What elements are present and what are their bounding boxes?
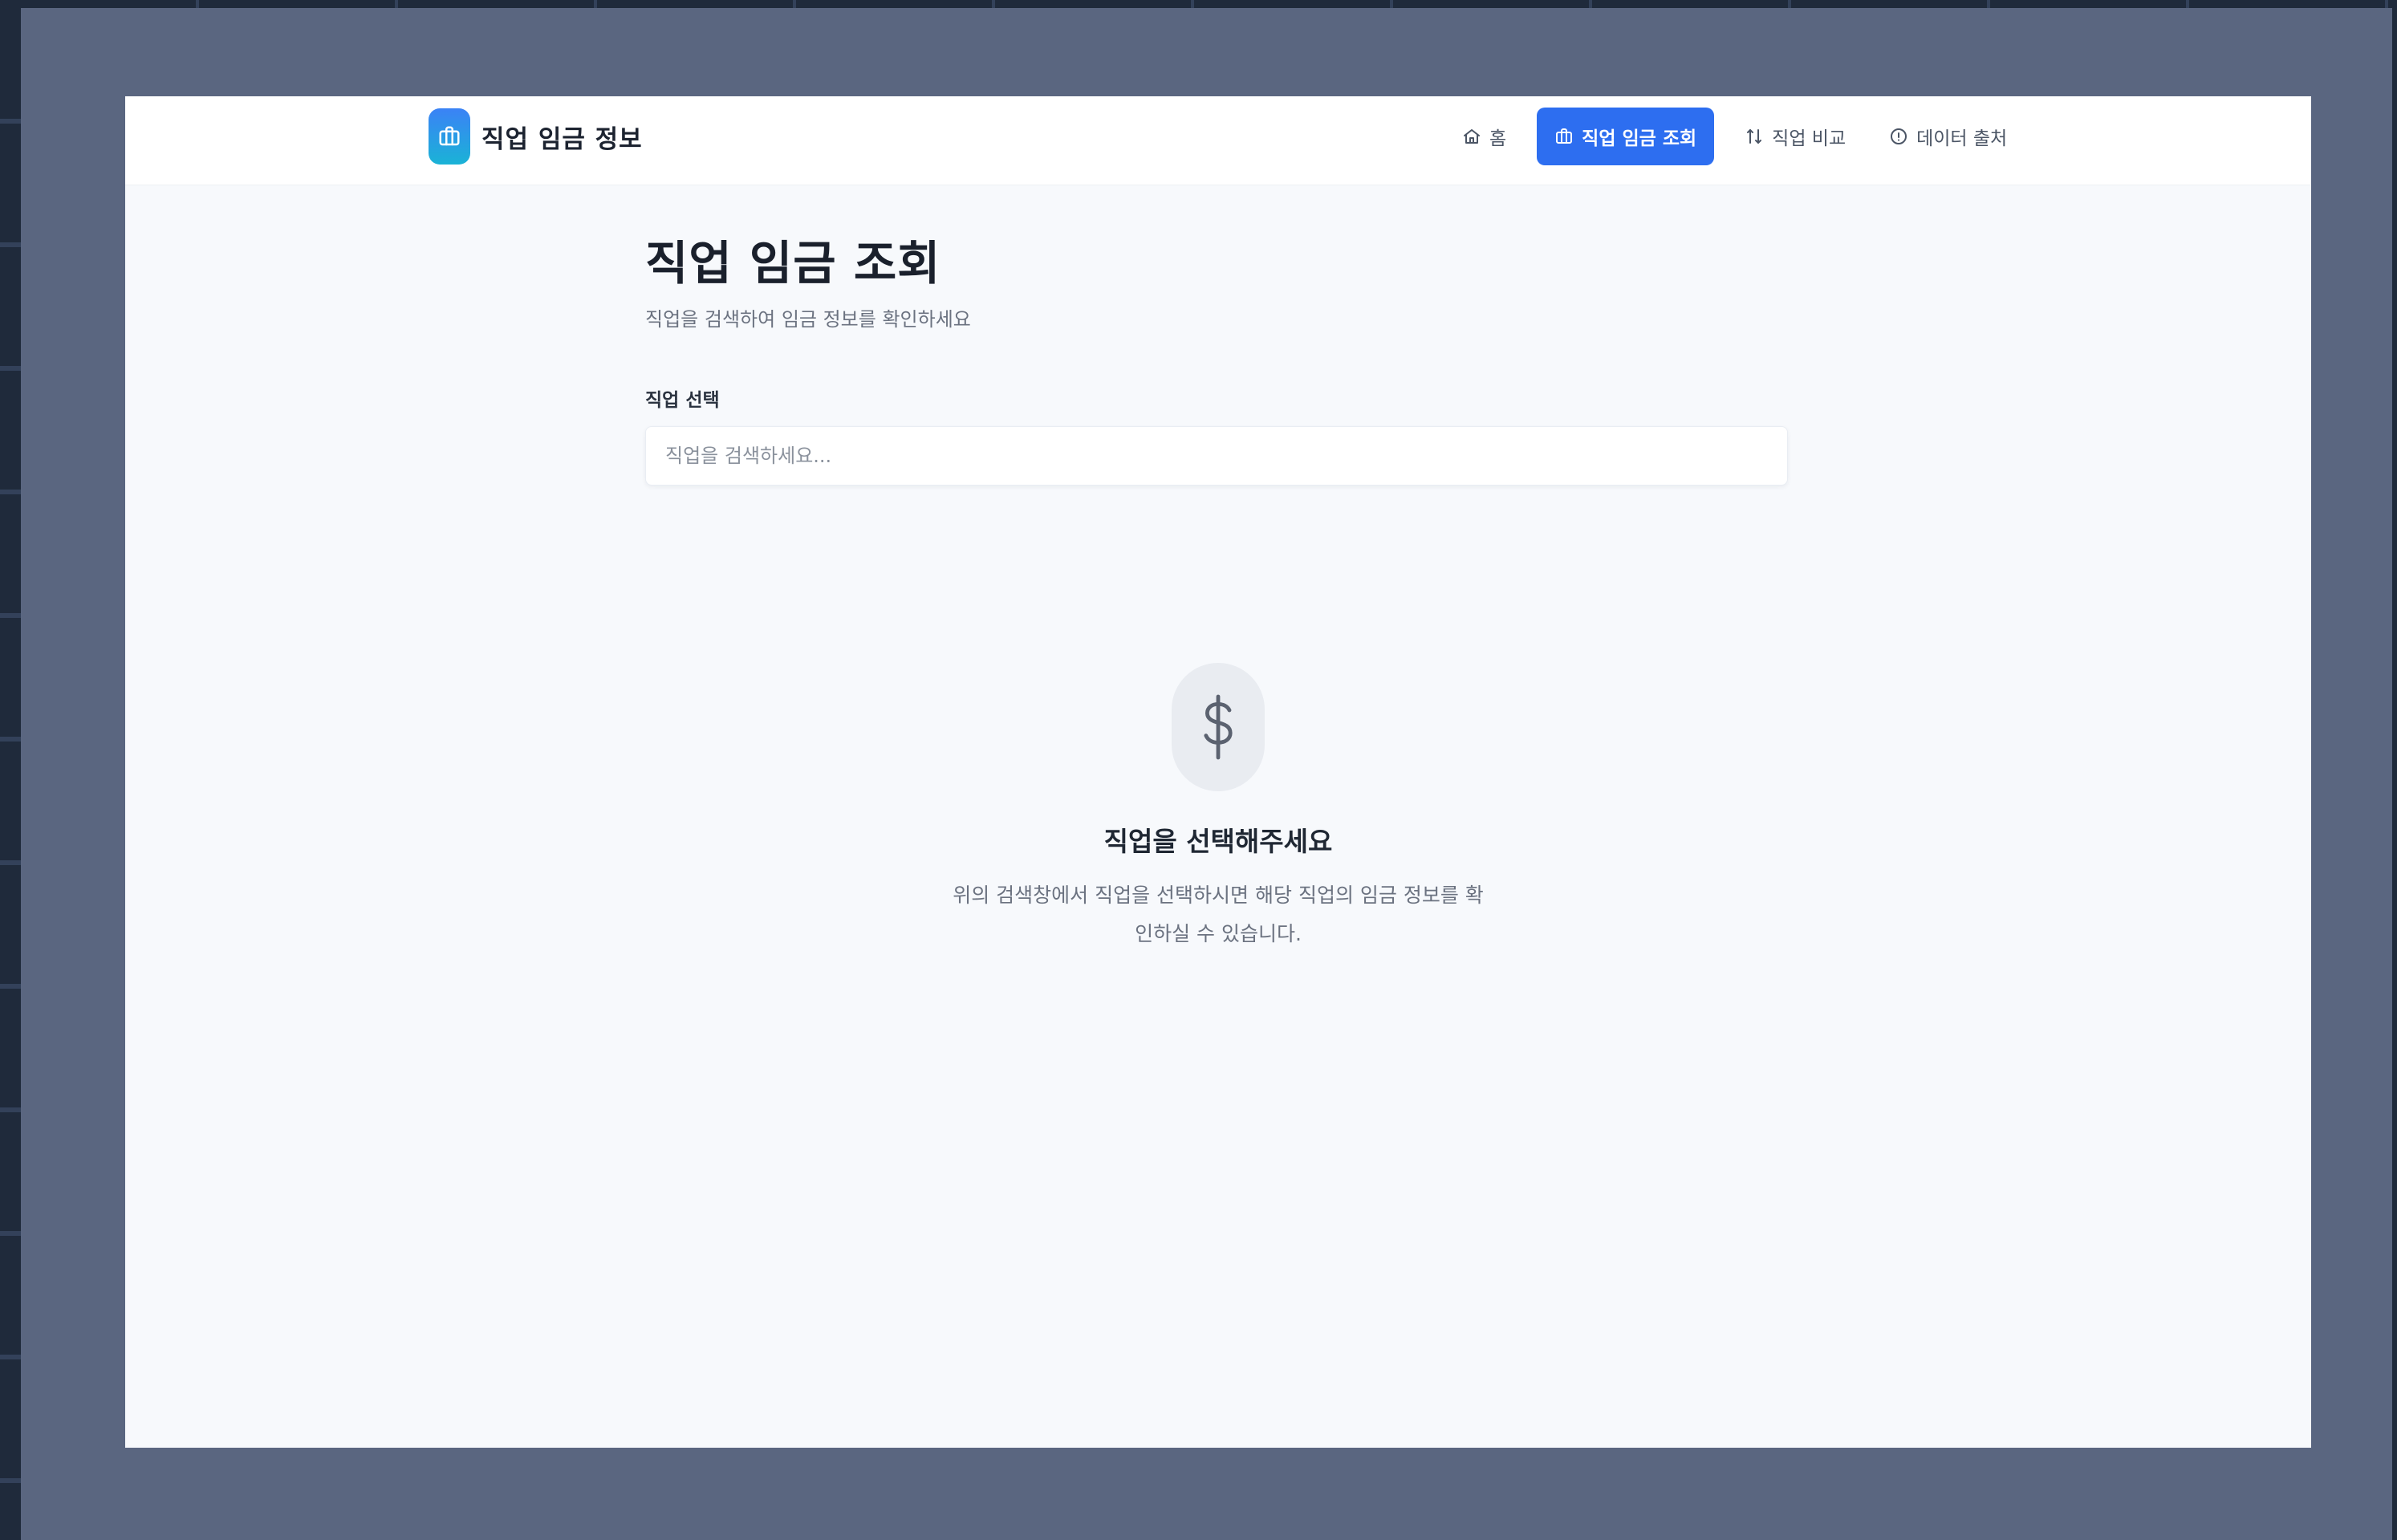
nav-item-data-source-label: 데이터 출처 xyxy=(1916,128,2008,149)
page-title: 직업 임금 조회 xyxy=(645,236,941,291)
briefcase-logo-icon xyxy=(429,108,470,165)
main-content: 직업 임금 조회 직업을 검색하여 임금 정보를 확인하세요 직업 선택 xyxy=(645,233,1791,486)
empty-state: 직업을 선택해주세요 위의 검색창에서 직업을 선택하시면 해당 직업의 임금 … xyxy=(953,663,1484,953)
top-navbar: 직업 임금 정보 홈 직업 임금 조회 직업 비교 데이터 출처 xyxy=(125,96,2311,185)
nav-item-home-label: 홈 xyxy=(1489,128,1507,149)
main-nav: 홈 직업 임금 조회 직업 비교 데이터 출처 xyxy=(1449,106,2020,167)
info-circle-icon xyxy=(1889,127,1908,146)
nav-item-data-source[interactable]: 데이터 출처 xyxy=(1876,108,2020,165)
desktop-right-strip xyxy=(2392,0,2397,1540)
dollar-icon xyxy=(1172,663,1265,791)
nav-item-home[interactable]: 홈 xyxy=(1449,108,1519,165)
desktop-left-strip xyxy=(0,0,21,1540)
home-icon xyxy=(1462,127,1481,146)
nav-item-compare[interactable]: 직업 비교 xyxy=(1732,108,1859,165)
job-select-label: 직업 선택 xyxy=(645,390,720,411)
page-subtitle: 직업을 검색하여 임금 정보를 확인하세요 xyxy=(645,308,971,331)
compare-arrows-icon xyxy=(1745,127,1764,146)
job-search-box xyxy=(645,426,1788,486)
desktop-top-strip xyxy=(0,0,2397,8)
browser-viewport: 직업 임금 정보 홈 직업 임금 조회 직업 비교 데이터 출처 직업 임금 조… xyxy=(125,96,2311,1448)
empty-state-description: 위의 검색창에서 직업을 선택하시면 해당 직업의 임금 정보를 확인하실 수 … xyxy=(953,884,1484,945)
briefcase-icon xyxy=(1554,127,1574,146)
job-search-input[interactable] xyxy=(646,427,1787,485)
brand[interactable]: 직업 임금 정보 xyxy=(429,106,643,167)
brand-title: 직업 임금 정보 xyxy=(481,124,643,154)
nav-item-wage-lookup-label: 직업 임금 조회 xyxy=(1582,128,1697,149)
nav-item-compare-label: 직업 비교 xyxy=(1772,128,1847,149)
nav-item-wage-lookup[interactable]: 직업 임금 조회 xyxy=(1537,108,1715,165)
empty-state-title: 직업을 선택해주세요 xyxy=(1103,826,1333,857)
